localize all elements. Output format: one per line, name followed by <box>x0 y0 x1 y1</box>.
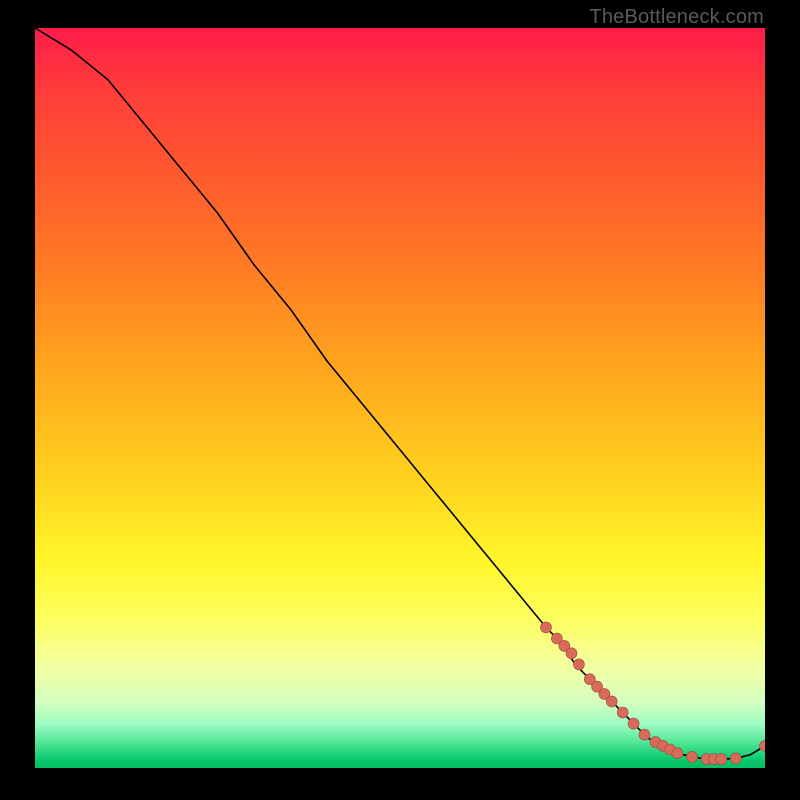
data-marker <box>628 718 639 729</box>
data-marker <box>672 748 683 759</box>
watermark-text: TheBottleneck.com <box>589 6 764 29</box>
data-marker <box>573 659 584 670</box>
data-marker <box>566 648 577 659</box>
data-marker <box>716 754 727 765</box>
data-marker <box>541 622 552 633</box>
data-marker <box>760 740 766 751</box>
bottleneck-curve <box>35 28 765 759</box>
data-marker <box>687 751 698 762</box>
chart-svg <box>35 28 765 768</box>
chart-frame: TheBottleneck.com <box>0 0 800 800</box>
data-marker <box>606 696 617 707</box>
marker-group <box>541 622 766 765</box>
data-marker <box>617 707 628 718</box>
plot-area <box>35 28 765 768</box>
data-marker <box>730 753 741 764</box>
data-marker <box>639 729 650 740</box>
